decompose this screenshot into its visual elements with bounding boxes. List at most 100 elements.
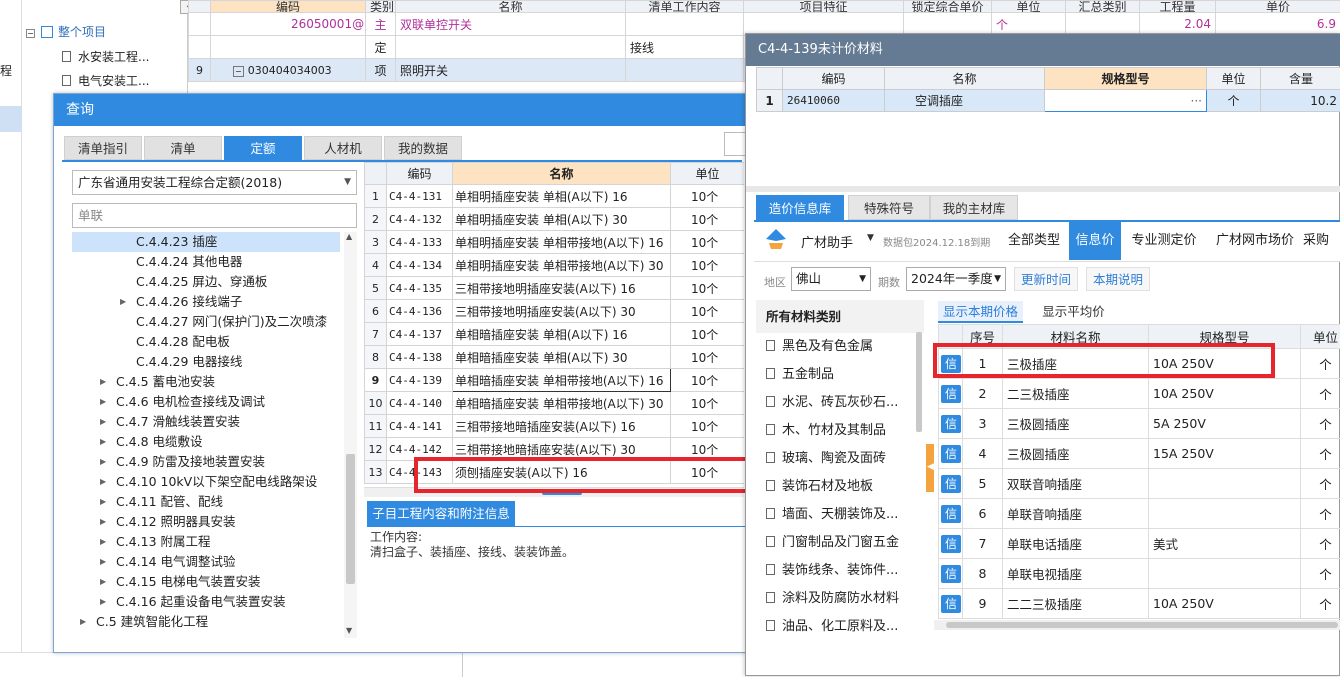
scroll-thumb[interactable] xyxy=(346,454,355,584)
table-cell[interactable]: 三极圆插座 xyxy=(1003,409,1149,439)
col-code[interactable]: 编码 xyxy=(211,1,366,13)
table-cell[interactable]: 11 xyxy=(365,415,387,438)
table-cell[interactable]: 10个 xyxy=(671,392,745,415)
col-type[interactable]: 类别 xyxy=(366,1,396,13)
table-cell[interactable]: 二二三极插座 xyxy=(1003,589,1149,619)
table-row[interactable]: 信4三极圆插座15A 250V个 xyxy=(939,439,1340,469)
table-cell[interactable]: 个 xyxy=(1301,499,1340,529)
period-note-button[interactable]: 本期说明 xyxy=(1086,267,1150,291)
cell-code[interactable]: 26410060 xyxy=(783,90,885,112)
table-cell[interactable]: 个 xyxy=(1301,469,1340,499)
table-row[interactable]: 11C4-4-141三相带接地暗插座安装(A以下) 1610个 xyxy=(365,415,745,438)
category-all-types[interactable]: 全部类型 xyxy=(999,222,1069,260)
table-row-current[interactable]: 9C4-4-139单相暗插座安装 单相带接地(A以下) 1610个 xyxy=(365,369,745,392)
category-purchase[interactable]: 采购建 xyxy=(1303,222,1340,260)
table-cell[interactable] xyxy=(757,68,783,90)
table-cell[interactable]: 10个 xyxy=(671,185,745,208)
tab-price-library[interactable]: 造价信息库 xyxy=(756,195,844,220)
table-row[interactable]: 1C4-4-131单相明插座安装 单相(A以下) 1610个 xyxy=(365,185,745,208)
table-row[interactable]: 信3三极圆插座5A 250V个 xyxy=(939,409,1340,439)
spec-input[interactable]: ··· xyxy=(1045,90,1207,112)
chevron-right-icon[interactable]: ▶ xyxy=(100,552,106,572)
cell-work[interactable]: 接线 xyxy=(626,36,744,59)
tree-item[interactable]: ▶C.4.16 起重设备电气装置安装 xyxy=(72,592,340,612)
category-info-price[interactable]: 信息价 xyxy=(1069,222,1121,260)
category-market-price[interactable]: 广材网市场价 xyxy=(1207,222,1303,260)
table-row[interactable]: 信5双联音响插座个 xyxy=(939,469,1340,499)
table-row[interactable]: 信8单联电视插座个 xyxy=(939,559,1340,589)
table-cell[interactable]: C4-4-139 xyxy=(387,369,453,392)
category-item[interactable]: 黑色及有色金属 xyxy=(766,333,873,361)
table-cell[interactable]: 单联音响插座 xyxy=(1003,499,1149,529)
tree-item[interactable]: ▶C.4.14 电气调整试验 xyxy=(72,552,340,572)
col-work[interactable]: 清单工作内容 xyxy=(626,1,744,13)
tree-item[interactable]: ▶C.4.6 电机检查接线及调试 xyxy=(72,392,340,412)
table-row[interactable]: 3C4-4-133单相明插座安装 单相带接地(A以下) 1610个 xyxy=(365,231,745,254)
cell-name[interactable]: 空调插座 xyxy=(885,90,1045,112)
col-name[interactable]: 名称 xyxy=(453,163,671,185)
table-cell[interactable]: 10个 xyxy=(671,323,745,346)
table-cell[interactable] xyxy=(1149,559,1301,589)
scroll-thumb[interactable] xyxy=(916,332,922,432)
table-cell[interactable]: C4-4-140 xyxy=(387,392,453,415)
tree-item[interactable]: ▶C.4.7 滑触线装置安装 xyxy=(72,412,340,432)
panel-splitter[interactable] xyxy=(746,186,1340,192)
tree-item[interactable]: ▶C.4.8 电缆敷设 xyxy=(72,432,340,452)
table-cell[interactable]: 5 xyxy=(963,469,1003,499)
tab-sub-item-info[interactable]: 子目工程内容和附注信息 xyxy=(367,501,515,526)
table-cell[interactable]: 个 xyxy=(1301,589,1340,619)
table-cell[interactable] xyxy=(396,36,626,59)
tab-quota[interactable]: 定额 xyxy=(224,136,302,160)
tree-item[interactable]: C.4.4.28 配电板 xyxy=(72,332,340,352)
table-cell[interactable]: 信 xyxy=(939,499,963,529)
chevron-right-icon[interactable]: ▶ xyxy=(100,572,106,592)
col-qty[interactable]: 工程量 xyxy=(1140,1,1216,13)
left-rail-selected[interactable] xyxy=(0,106,22,132)
table-row[interactable]: 1 26410060 空调插座 ··· 个 10.2 xyxy=(757,90,1340,112)
collapse-panel-handle[interactable]: ◀ xyxy=(926,444,934,492)
tab-list-guide[interactable]: 清单指引 xyxy=(64,136,142,160)
tree-item[interactable]: ▶C.4.9 防雷及接地装置安装 xyxy=(72,452,340,472)
table-cell[interactable]: 个 xyxy=(1301,529,1340,559)
table-cell[interactable]: 三相带接地明插座安装(A以下) 30 xyxy=(453,300,671,323)
region-select[interactable]: 佛山▼ xyxy=(791,267,871,291)
col-sum-type[interactable]: 汇总类别 xyxy=(1066,1,1140,13)
chevron-right-icon[interactable]: ▶ xyxy=(100,432,106,452)
col-code[interactable]: 编码 xyxy=(783,68,885,90)
table-cell[interactable]: 信 xyxy=(939,529,963,559)
table-cell[interactable]: 9 xyxy=(365,369,387,392)
tree-item[interactable]: ▶C.4.10 10kV以下架空配电线路架设 xyxy=(72,472,340,492)
table-cell[interactable]: 10个 xyxy=(671,208,745,231)
category-item[interactable]: 装饰线条、装饰件... xyxy=(766,557,898,585)
tree-item[interactable]: ▶C.4.15 电梯电气装置安装 xyxy=(72,572,340,592)
table-cell[interactable]: 个 xyxy=(1301,409,1340,439)
table-cell[interactable]: C4-4-136 xyxy=(387,300,453,323)
collapse-toggle-icon[interactable]: − xyxy=(26,29,35,38)
table-cell[interactable]: 单相暗插座安装 单相带接地(A以下) 30 xyxy=(453,392,671,415)
tree-root[interactable]: −整个项目 xyxy=(26,20,106,44)
table-cell[interactable]: 10个 xyxy=(671,254,745,277)
table-cell[interactable]: 个 xyxy=(1301,559,1340,589)
tab-list[interactable]: 清单 xyxy=(144,136,222,160)
table-cell[interactable] xyxy=(189,36,211,59)
cell-code[interactable]: −030404034003 xyxy=(211,59,366,82)
tab-average-price[interactable]: 显示平均价 xyxy=(1031,301,1116,323)
chevron-right-icon[interactable]: ▶ xyxy=(100,592,106,612)
table-row[interactable]: 信2二三极插座10A 250V个 xyxy=(939,379,1340,409)
table-cell[interactable]: 2 xyxy=(963,379,1003,409)
table-cell[interactable]: 单相暗插座安装 单相(A以下) 16 xyxy=(453,323,671,346)
table-cell[interactable]: 信 xyxy=(939,589,963,619)
table-row[interactable]: 4C4-4-134单相明插座安装 单相带接地(A以下) 3010个 xyxy=(365,254,745,277)
col-unit[interactable]: 单位 xyxy=(1301,325,1340,349)
tab-special-symbols[interactable]: 特殊符号 xyxy=(848,195,930,220)
table-cell[interactable]: 10A 250V xyxy=(1149,589,1301,619)
scroll-thumb[interactable] xyxy=(946,622,1338,628)
table-cell[interactable] xyxy=(365,163,387,185)
category-item[interactable]: 墙面、天棚装饰及... xyxy=(766,501,898,529)
tree-item[interactable]: ▶C.4.12 照明器具安装 xyxy=(72,512,340,532)
table-cell[interactable]: 13 xyxy=(365,461,387,484)
table-cell[interactable] xyxy=(189,1,211,13)
table-row[interactable]: 7C4-4-137单相暗插座安装 单相(A以下) 1610个 xyxy=(365,323,745,346)
table-cell[interactable]: 9 xyxy=(963,589,1003,619)
helper-name[interactable]: 广材助手 xyxy=(801,232,853,251)
